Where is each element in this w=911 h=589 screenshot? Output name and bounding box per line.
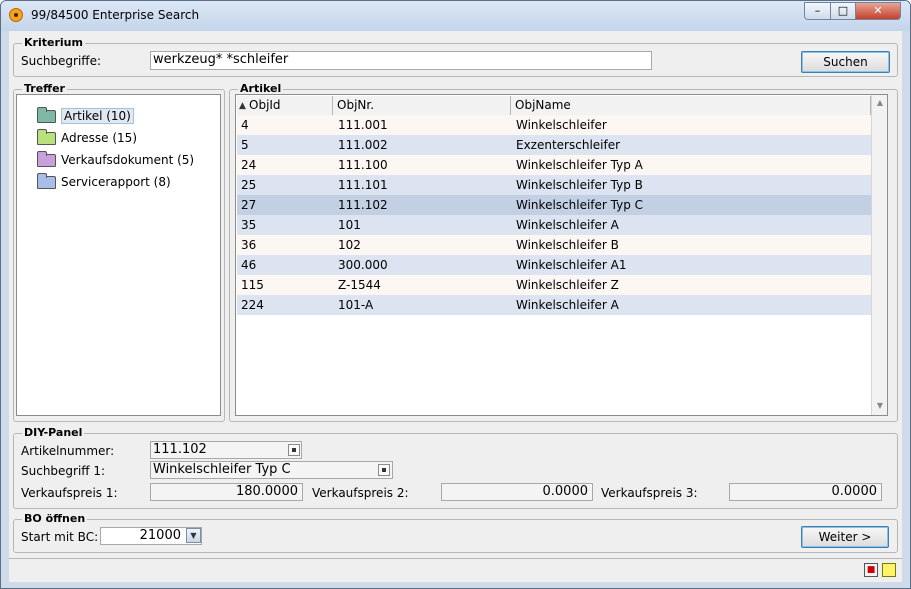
cell-objnr: 300.000 <box>338 258 388 272</box>
cell-objnr: 111.002 <box>338 138 388 152</box>
verkaufspreis3-field[interactable]: 0.0000 <box>729 483 882 501</box>
bo-oeffnen-legend: BO öffnen <box>22 512 88 525</box>
artikelnummer-field[interactable]: 111.102 <box>150 441 302 459</box>
tree-item-adresse[interactable]: Adresse (15) <box>37 129 137 147</box>
search-button[interactable]: Suchen <box>801 51 890 73</box>
verkaufspreis2-label: Verkaufspreis 2: <box>312 486 409 500</box>
cell-objname: Winkelschleifer <box>516 118 607 132</box>
table-row[interactable]: 27 111.102 Winkelschleifer Typ C <box>237 195 871 215</box>
table-vertical-scrollbar[interactable]: ▲ ▼ <box>871 95 887 415</box>
cell-objnr: 111.100 <box>338 158 388 172</box>
client-area: Kriterium Suchbegriffe: werkzeug* *schle… <box>9 31 902 582</box>
alert-icon[interactable]: ■ <box>864 563 878 577</box>
column-header-objid[interactable]: ▲ ObjId <box>237 96 333 115</box>
cell-objnr: 101 <box>338 218 361 232</box>
suchbegriff1-field[interactable]: Winkelschleifer Typ C <box>150 461 393 479</box>
table-row[interactable]: 36 102 Winkelschleifer B <box>237 235 871 255</box>
verkaufspreis1-field[interactable]: 180.0000 <box>150 483 303 501</box>
cell-objname: Winkelschleifer B <box>516 238 619 252</box>
scroll-up-icon[interactable]: ▲ <box>873 96 887 110</box>
status-bar: ■ <box>9 558 902 582</box>
cell-objid: 4 <box>241 118 249 132</box>
cell-objid: 25 <box>241 178 257 192</box>
cell-objid: 224 <box>241 298 264 312</box>
note-icon[interactable] <box>882 563 896 577</box>
cell-objnr: Z-1544 <box>338 278 381 292</box>
cell-objid: 27 <box>241 198 257 212</box>
cell-objnr: 111.102 <box>338 198 388 212</box>
table-row[interactable]: 46 300.000 Winkelschleifer A1 <box>237 255 871 275</box>
cell-objid: 46 <box>241 258 257 272</box>
minimize-button[interactable]: – <box>804 2 831 20</box>
tree-item-verkaufsdokument[interactable]: Verkaufsdokument (5) <box>37 151 194 169</box>
diy-panel-legend: DIY-Panel <box>22 426 85 439</box>
cell-objname: Winkelschleifer Z <box>516 278 619 292</box>
cell-objid: 24 <box>241 158 257 172</box>
column-header-objname[interactable]: ObjName <box>511 96 871 115</box>
close-button[interactable]: ✕ <box>855 2 901 20</box>
column-header-label: ObjId <box>249 98 281 112</box>
cell-objname: Winkelschleifer A <box>516 298 619 312</box>
tree-item-label: Verkaufsdokument (5) <box>61 153 195 167</box>
suchbegriffe-label: Suchbegriffe: <box>21 54 102 68</box>
table-row[interactable]: 4 111.001 Winkelschleifer <box>237 115 871 135</box>
cell-objnr: 101-A <box>338 298 374 312</box>
table-header: ▲ ObjId ObjNr. ObjName <box>237 96 871 116</box>
sort-ascending-icon: ▲ <box>239 101 246 111</box>
column-header-objnr[interactable]: ObjNr. <box>333 96 511 115</box>
app-icon[interactable] <box>9 8 23 22</box>
table-row[interactable]: 224 101-A Winkelschleifer A <box>237 295 871 315</box>
artikelnummer-label: Artikelnummer: <box>21 444 115 458</box>
title-bar[interactable]: 99/84500 Enterprise Search – □ ✕ <box>1 1 910 31</box>
folder-icon <box>37 129 56 145</box>
table-row[interactable]: 25 111.101 Winkelschleifer Typ B <box>237 175 871 195</box>
verkaufspreis3-label: Verkaufspreis 3: <box>601 486 698 500</box>
kriterium-legend: Kriterium <box>22 36 85 49</box>
tree-item-label: Servicerapport (8) <box>61 175 171 189</box>
app-window: 99/84500 Enterprise Search – □ ✕ Kriteri… <box>0 0 911 589</box>
cell-objid: 5 <box>241 138 249 152</box>
search-input[interactable]: werkzeug* *schleifer <box>150 51 652 70</box>
tree-item-servicerapport[interactable]: Servicerapport (8) <box>37 173 171 191</box>
tree-item-label: Adresse (15) <box>61 131 138 145</box>
cell-objname: Winkelschleifer A1 <box>516 258 627 272</box>
table-row[interactable]: 24 111.100 Winkelschleifer Typ A <box>237 155 871 175</box>
scroll-down-icon[interactable]: ▼ <box>873 399 887 413</box>
treffer-tree[interactable]: Artikel (10) Adresse (15) Verkaufsdokume… <box>16 94 221 416</box>
table-row[interactable]: 5 111.002 Exzenterschleifer <box>237 135 871 155</box>
start-mit-bc-label: Start mit BC: <box>21 530 99 544</box>
close-icon: ✕ <box>873 4 883 17</box>
verkaufspreis1-label: Verkaufspreis 1: <box>21 486 118 500</box>
folder-icon <box>37 151 56 167</box>
cell-objid: 115 <box>241 278 264 292</box>
maximize-button[interactable]: □ <box>830 2 856 20</box>
suchbegriff1-label: Suchbegriff 1: <box>21 464 106 478</box>
cell-objid: 36 <box>241 238 257 252</box>
cell-objnr: 111.001 <box>338 118 388 132</box>
folder-icon <box>37 173 56 189</box>
cell-objname: Winkelschleifer Typ A <box>516 158 643 172</box>
folder-open-icon <box>37 107 56 123</box>
cell-objname: Exzenterschleifer <box>516 138 621 152</box>
artikel-table: ▲ ObjId ObjNr. ObjName 4 111.001 Winkelsch… <box>235 94 888 416</box>
cell-objnr: 102 <box>338 238 361 252</box>
cell-objnr: 111.101 <box>338 178 388 192</box>
maximize-icon: □ <box>837 4 849 17</box>
tree-item-label: Artikel (10) <box>61 108 134 124</box>
cell-objname: Winkelschleifer A <box>516 218 619 232</box>
lookup-icon[interactable] <box>288 444 300 456</box>
window-title: 99/84500 Enterprise Search <box>31 8 200 22</box>
table-row[interactable]: 115 Z-1544 Winkelschleifer Z <box>237 275 871 295</box>
table-row[interactable]: 35 101 Winkelschleifer A <box>237 215 871 235</box>
verkaufspreis2-field[interactable]: 0.0000 <box>441 483 593 501</box>
cell-objname: Winkelschleifer Typ C <box>516 198 644 212</box>
lookup-icon[interactable] <box>378 464 390 476</box>
minimize-icon: – <box>814 4 821 17</box>
cell-objid: 35 <box>241 218 257 232</box>
weiter-button[interactable]: Weiter > <box>801 526 889 548</box>
cell-objname: Winkelschleifer Typ B <box>516 178 643 192</box>
tree-item-artikel[interactable]: Artikel (10) <box>37 107 134 125</box>
chevron-down-icon[interactable]: ▼ <box>186 528 201 543</box>
